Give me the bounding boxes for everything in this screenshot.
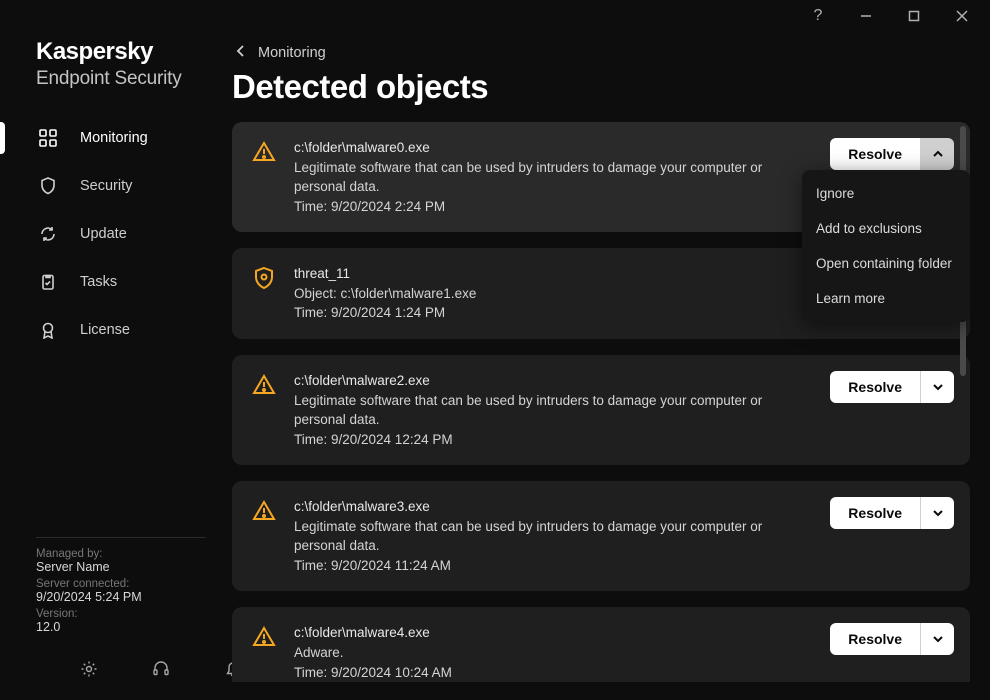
dropdown-item-learn-more[interactable]: Learn more bbox=[802, 281, 970, 316]
close-icon[interactable] bbox=[946, 0, 978, 32]
sidebar: Kaspersky Endpoint Security Monitoring S… bbox=[0, 32, 232, 700]
version-label: Version: bbox=[36, 608, 232, 620]
card-body: c:\folder\malware3.exeLegitimate softwar… bbox=[294, 497, 800, 575]
warning-triangle-icon bbox=[252, 499, 276, 523]
resolve-dropdown: IgnoreAdd to exclusionsOpen containing f… bbox=[802, 170, 970, 322]
refresh-icon bbox=[38, 224, 58, 244]
detected-object-card: c:\folder\malware4.exeAdware.Time: 9/20/… bbox=[232, 607, 970, 682]
resolve-button[interactable]: Resolve bbox=[830, 371, 920, 403]
sidebar-item-label: Update bbox=[80, 226, 127, 242]
resolve-button-group: Resolve bbox=[830, 138, 954, 170]
time-line: Time: 9/20/2024 10:24 AM bbox=[294, 663, 800, 682]
dashboard-icon bbox=[38, 128, 58, 148]
sidebar-item-label: Monitoring bbox=[80, 130, 148, 146]
resolve-button[interactable]: Resolve bbox=[830, 623, 920, 655]
dropdown-item-open-folder[interactable]: Open containing folder bbox=[802, 246, 970, 281]
dropdown-item-add-exclusions[interactable]: Add to exclusions bbox=[802, 211, 970, 246]
server-connected-label: Server connected: bbox=[36, 578, 232, 590]
object-path: c:\folder\malware2.exe bbox=[294, 371, 800, 391]
resolve-button[interactable]: Resolve bbox=[830, 138, 920, 170]
object-path: c:\folder\malware0.exe bbox=[294, 138, 800, 158]
time-line: Time: 9/20/2024 2:24 PM bbox=[294, 197, 800, 217]
managed-by-value: Server Name bbox=[36, 560, 232, 574]
description: Adware. bbox=[294, 643, 800, 663]
breadcrumb[interactable]: Monitoring bbox=[232, 44, 970, 62]
warning-triangle-icon bbox=[252, 140, 276, 164]
sidebar-item-label: Tasks bbox=[80, 274, 117, 290]
clipboard-icon bbox=[38, 272, 58, 292]
minimize-icon[interactable] bbox=[850, 0, 882, 32]
managed-by-label: Managed by: bbox=[36, 548, 232, 560]
resolve-button-group: Resolve bbox=[830, 497, 954, 529]
resolve-button-group: Resolve bbox=[830, 371, 954, 403]
description: Legitimate software that can be used by … bbox=[294, 517, 800, 556]
medal-icon bbox=[38, 320, 58, 340]
brand-title: Kaspersky bbox=[36, 38, 232, 66]
sidebar-item-update[interactable]: Update bbox=[0, 210, 232, 258]
resolve-button[interactable]: Resolve bbox=[830, 497, 920, 529]
description: Legitimate software that can be used by … bbox=[294, 391, 800, 430]
sidebar-item-monitoring[interactable]: Monitoring bbox=[0, 114, 232, 162]
sidebar-item-label: License bbox=[80, 322, 130, 338]
chevron-up-icon[interactable] bbox=[920, 138, 954, 170]
shield-icon bbox=[38, 176, 58, 196]
maximize-icon[interactable] bbox=[898, 0, 930, 32]
brand: Kaspersky Endpoint Security bbox=[0, 38, 232, 108]
help-icon[interactable]: ? bbox=[802, 0, 834, 32]
chevron-left-icon bbox=[234, 44, 248, 62]
object-path: c:\folder\malware3.exe bbox=[294, 497, 800, 517]
object-path: c:\folder\malware4.exe bbox=[294, 623, 800, 643]
shield-outline-icon bbox=[252, 266, 276, 290]
sidebar-item-label: Security bbox=[80, 178, 132, 194]
main: Monitoring Detected objects c:\folder\ma… bbox=[232, 32, 990, 700]
description: Legitimate software that can be used by … bbox=[294, 158, 800, 197]
detected-object-card: c:\folder\malware3.exeLegitimate softwar… bbox=[232, 481, 970, 591]
warning-triangle-icon bbox=[252, 373, 276, 397]
warning-triangle-icon bbox=[252, 625, 276, 649]
sidebar-item-tasks[interactable]: Tasks bbox=[0, 258, 232, 306]
nav: Monitoring Security Update Tasks bbox=[0, 114, 232, 354]
sidebar-item-license[interactable]: License bbox=[0, 306, 232, 354]
gear-icon[interactable] bbox=[80, 660, 98, 678]
detected-objects-list: c:\folder\malware0.exeLegitimate softwar… bbox=[232, 122, 970, 682]
time-line: Time: 9/20/2024 12:24 PM bbox=[294, 430, 800, 450]
sidebar-item-security[interactable]: Security bbox=[0, 162, 232, 210]
detected-object-card: c:\folder\malware0.exeLegitimate softwar… bbox=[232, 122, 970, 232]
server-connected-value: 9/20/2024 5:24 PM bbox=[36, 590, 232, 604]
sidebar-footer: Managed by: Server Name Server connected… bbox=[0, 537, 232, 700]
page-title: Detected objects bbox=[232, 68, 970, 106]
card-body: c:\folder\malware0.exeLegitimate softwar… bbox=[294, 138, 800, 216]
chevron-down-icon[interactable] bbox=[920, 623, 954, 655]
chevron-down-icon[interactable] bbox=[920, 497, 954, 529]
brand-subtitle: Endpoint Security bbox=[36, 68, 232, 90]
card-body: c:\folder\malware2.exeLegitimate softwar… bbox=[294, 371, 800, 449]
card-body: c:\folder\malware4.exeAdware.Time: 9/20/… bbox=[294, 623, 800, 682]
titlebar: ? bbox=[0, 0, 990, 32]
resolve-button-group: Resolve bbox=[830, 623, 954, 655]
version-value: 12.0 bbox=[36, 620, 232, 634]
headset-icon[interactable] bbox=[152, 660, 170, 678]
detected-object-card: c:\folder\malware2.exeLegitimate softwar… bbox=[232, 355, 970, 465]
dropdown-item-ignore[interactable]: Ignore bbox=[802, 176, 970, 211]
breadcrumb-label: Monitoring bbox=[258, 45, 326, 61]
chevron-down-icon[interactable] bbox=[920, 371, 954, 403]
time-line: Time: 9/20/2024 11:24 AM bbox=[294, 556, 800, 576]
